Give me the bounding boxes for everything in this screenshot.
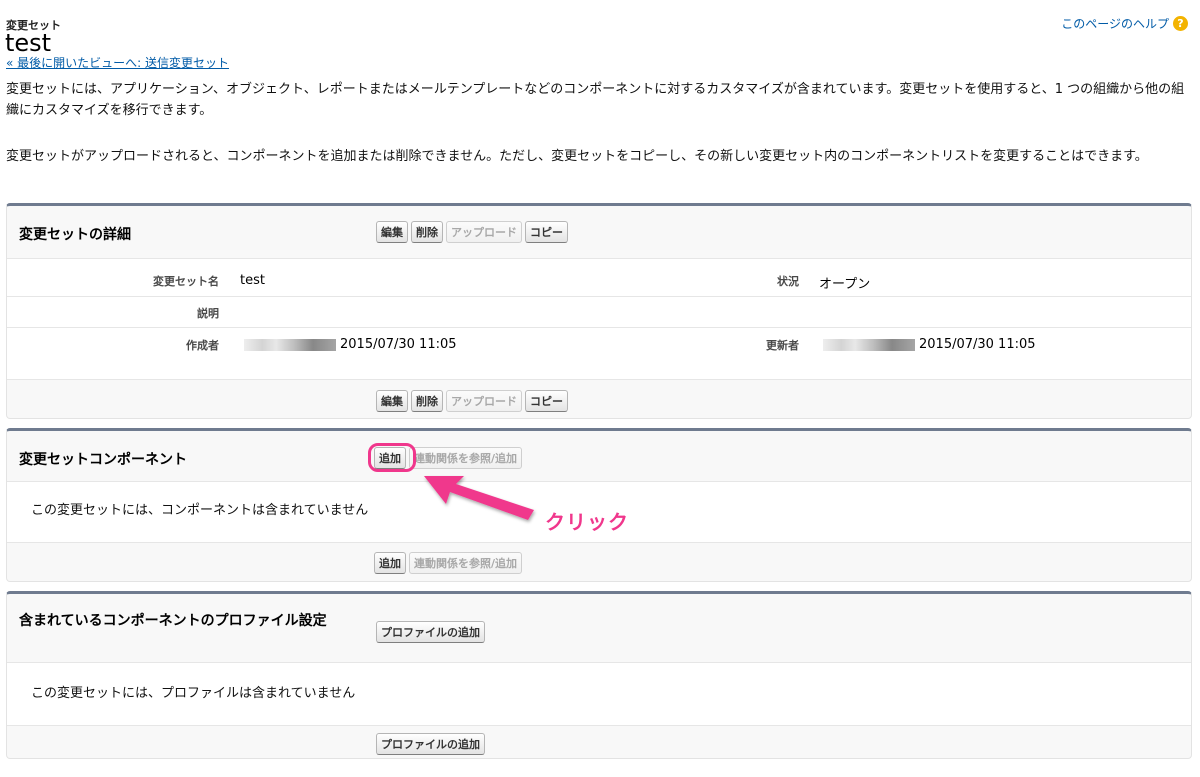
description-label: 説明 — [197, 307, 219, 320]
status-label: 状況 — [777, 275, 799, 288]
intro-paragraph-2: 変更セットがアップロードされると、コンポーネントを追加または削除できません。ただ… — [6, 149, 1148, 164]
modified-by-date: 2015/07/30 11:05 — [919, 337, 1036, 352]
details-panel: 変更セットの詳細 編集 削除 アップロード コピー 変更セット名 test 状況… — [6, 203, 1192, 419]
divider — [7, 725, 1191, 726]
details-title: 変更セットの詳細 — [19, 227, 131, 243]
delete-button[interactable]: 削除 — [411, 221, 443, 243]
status-value: オープン — [819, 277, 871, 292]
divider — [7, 542, 1191, 543]
delete-button[interactable]: 削除 — [411, 390, 443, 412]
components-empty-text: この変更セットには、コンポーネントは含まれていません — [31, 503, 369, 518]
components-panel: 変更セットコンポーネント 追加 連動関係を参照/追加 この変更セットには、コンポ… — [6, 428, 1192, 582]
profiles-bottom-buttons: プロファイルの追加 — [376, 733, 485, 755]
divider — [7, 258, 1191, 259]
created-by-date: 2015/07/30 11:05 — [340, 337, 457, 352]
edit-button[interactable]: 編集 — [376, 221, 408, 243]
view-dependencies-button[interactable]: 連動関係を参照/追加 — [409, 447, 523, 469]
upload-button[interactable]: アップロード — [446, 390, 522, 412]
divider — [7, 379, 1191, 380]
help-icon: ? — [1173, 16, 1188, 31]
profiles-title: 含まれているコンポーネントのプロファイル設定 — [19, 613, 327, 629]
divider — [7, 296, 1191, 297]
name-label: 変更セット名 — [153, 275, 219, 288]
upload-button[interactable]: アップロード — [446, 221, 522, 243]
add-component-button[interactable]: 追加 — [374, 552, 406, 574]
components-title: 変更セットコンポーネント — [19, 452, 187, 468]
help-link-label: このページのヘルプ — [1061, 17, 1169, 31]
created-by-value: 2015/07/30 11:05 — [244, 337, 457, 352]
intro-paragraph-1: 変更セットには、アプリケーション、オブジェクト、レポートまたはメールテンプレート… — [6, 82, 1185, 118]
redacted-user — [823, 338, 915, 351]
back-link[interactable]: « 最後に開いたビューへ: 送信変更セット — [6, 54, 229, 71]
details-top-buttons: 編集 削除 アップロード コピー — [376, 221, 568, 243]
details-bottom-buttons: 編集 削除 アップロード コピー — [376, 390, 568, 412]
profiles-top-buttons: プロファイルの追加 — [376, 621, 485, 643]
divider — [7, 481, 1191, 482]
divider — [7, 327, 1191, 328]
help-link[interactable]: このページのヘルプ ? — [1061, 15, 1188, 32]
add-profile-button[interactable]: プロファイルの追加 — [376, 621, 485, 643]
page-title: test — [5, 29, 52, 57]
copy-button[interactable]: コピー — [525, 221, 568, 243]
click-highlight-ring — [368, 443, 416, 472]
name-value: test — [240, 273, 265, 288]
profiles-empty-text: この変更セットには、プロファイルは含まれていません — [31, 686, 356, 701]
add-profile-button[interactable]: プロファイルの追加 — [376, 733, 485, 755]
pointer-arrow-icon — [424, 476, 534, 520]
created-by-label: 作成者 — [186, 339, 219, 352]
divider — [7, 662, 1191, 663]
click-callout: クリック — [545, 510, 629, 534]
profiles-panel: 含まれているコンポーネントのプロファイル設定 プロファイルの追加 この変更セット… — [6, 591, 1192, 759]
redacted-user — [244, 338, 336, 351]
edit-button[interactable]: 編集 — [376, 390, 408, 412]
copy-button[interactable]: コピー — [525, 390, 568, 412]
modified-by-value: 2015/07/30 11:05 — [823, 337, 1036, 352]
modified-by-label: 更新者 — [766, 339, 799, 352]
components-bottom-buttons: 追加 連動関係を参照/追加 — [374, 552, 523, 574]
view-dependencies-button[interactable]: 連動関係を参照/追加 — [409, 552, 523, 574]
change-set-page: 変更セット test « 最後に開いたビューへ: 送信変更セット このページのヘ… — [0, 0, 1200, 777]
